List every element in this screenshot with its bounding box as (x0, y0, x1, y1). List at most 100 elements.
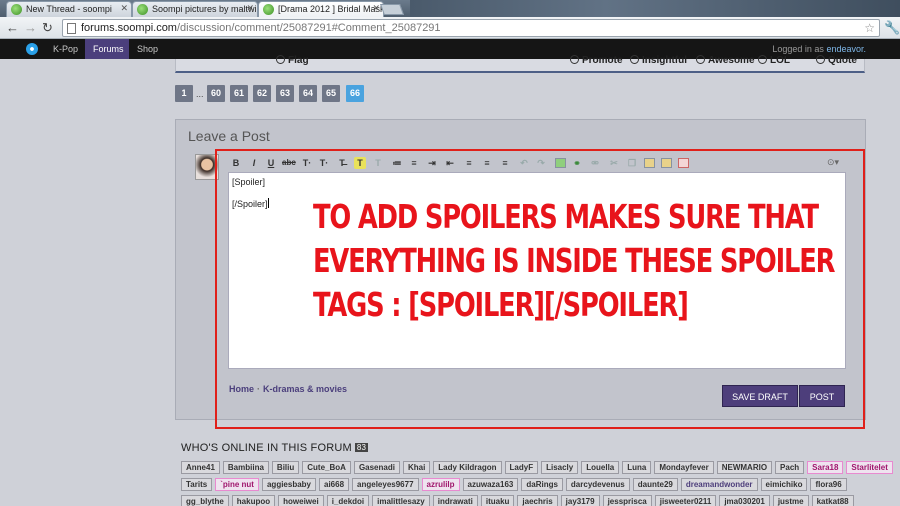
browser-tab-1[interactable]: New Thread - soompi ✕ (6, 1, 132, 17)
insightful-icon (630, 55, 639, 64)
address-bar[interactable]: forums.soompi.com/discussion/comment/250… (62, 19, 880, 37)
browser-tab-2[interactable]: Soompi pictures by maltwi ✕ (132, 1, 258, 17)
page-link[interactable]: 61 (230, 85, 249, 102)
tab-title: New Thread - soompi (26, 4, 112, 14)
soompi-favicon-icon (263, 4, 274, 15)
online-user-chip[interactable]: imalittlesazy (372, 495, 430, 506)
new-tab-button[interactable] (379, 4, 405, 15)
flag-label: Flag (288, 55, 309, 66)
online-user-chip[interactable]: azrulilp (421, 478, 460, 491)
online-user-chip[interactable]: Biliu (271, 461, 300, 474)
awesome-label: Awesome (708, 55, 755, 66)
online-user-chip[interactable]: Sara18 (807, 461, 844, 474)
online-user-chip[interactable]: Lady Kildragon (433, 461, 502, 474)
online-user-chip[interactable]: dreamandwonder (680, 478, 758, 491)
online-user-chip[interactable]: angeleyes9677 (352, 478, 419, 491)
online-user-chip[interactable]: jma030201 (719, 495, 770, 506)
page-link[interactable]: 65 (322, 85, 341, 102)
tab-title: [Drama 2012 ] Bridal Mask (278, 4, 384, 14)
online-user-chip[interactable]: azuwaza163 (462, 478, 519, 491)
online-user-chip[interactable]: Starlitelet (846, 461, 893, 474)
whos-online-title: WHO'S ONLINE IN THIS FORUM 83 (181, 442, 369, 454)
online-user-chip[interactable]: Gasenadi (353, 461, 400, 474)
online-user-chip[interactable]: Bambiina (222, 461, 269, 474)
page-link[interactable]: 62 (253, 85, 272, 102)
online-user-chip[interactable]: jaechris (517, 495, 558, 506)
nav-shop[interactable]: Shop (129, 39, 166, 59)
page-link[interactable]: 60 (207, 85, 226, 102)
insightful-link[interactable]: Insightful (630, 55, 687, 66)
previous-post-footer: Flag Promote Insightful Awesome LOL Quot… (175, 55, 865, 73)
logged-in-label: Logged in as (772, 44, 824, 54)
online-user-chip[interactable]: indrawati (432, 495, 478, 506)
lol-label: LOL (770, 55, 790, 66)
insightful-label: Insightful (642, 55, 687, 66)
soompi-favicon-icon (137, 4, 148, 15)
bookmark-star-icon[interactable]: ☆ (864, 20, 875, 36)
nav-forums[interactable]: Forums (85, 39, 129, 59)
page-link[interactable]: 1 (175, 85, 193, 102)
nav-kpop[interactable]: K-Pop (45, 39, 86, 59)
online-user-chip[interactable]: aggiesbaby (261, 478, 316, 491)
close-icon[interactable]: ✕ (246, 3, 254, 14)
forward-arrow-icon[interactable]: → (24, 20, 37, 36)
window-theme-background (410, 0, 900, 17)
online-user-chip[interactable]: jessprisca (602, 495, 652, 506)
online-user-chip[interactable]: daRings (521, 478, 563, 491)
flag-link[interactable]: Flag (276, 55, 309, 66)
online-user-chip[interactable]: Lisacly (541, 461, 579, 474)
browser-tabstrip: New Thread - soompi ✕ Soompi pictures by… (0, 0, 900, 17)
lol-icon (758, 55, 767, 64)
online-user-chip[interactable]: Khai (402, 461, 431, 474)
online-user-chip[interactable]: ai668 (319, 478, 350, 491)
page-link-current[interactable]: 66 (346, 85, 365, 102)
online-user-chip[interactable]: `pine nut (215, 478, 259, 491)
online-user-chip[interactable]: Louella (581, 461, 620, 474)
online-user-chip[interactable]: jay3179 (560, 495, 600, 506)
quote-icon (816, 55, 825, 64)
online-user-chip[interactable]: katkat88 (811, 495, 854, 506)
close-icon[interactable]: ✕ (372, 3, 380, 14)
browser-tab-3[interactable]: [Drama 2012 ] Bridal Mask ✕ (258, 1, 384, 17)
url-path: /discussion/comment/25087291#Comment_250… (176, 22, 441, 34)
promote-label: Promote (582, 55, 623, 66)
reload-icon[interactable]: ↻ (42, 20, 53, 36)
online-user-chip[interactable]: LadyF (504, 461, 539, 474)
online-user-chip[interactable]: gg_blythe (181, 495, 229, 506)
page-link[interactable]: 64 (299, 85, 318, 102)
online-user-chip[interactable]: flora96 (810, 478, 847, 491)
online-user-chip[interactable]: justme (772, 495, 809, 506)
online-user-chip[interactable]: howeiwei (278, 495, 324, 506)
online-user-chip[interactable]: eimichiko (760, 478, 808, 491)
online-user-chip[interactable]: ituaku (480, 495, 515, 506)
tab-title: Soompi pictures by maltwi (152, 4, 257, 14)
online-user-chip[interactable]: Luna (622, 461, 652, 474)
online-user-chip[interactable]: Tarits (181, 478, 213, 491)
online-user-chip[interactable]: Anne41 (181, 461, 220, 474)
pagination-ellipsis: ... (196, 89, 204, 99)
wrench-menu-icon[interactable]: 🔧 (884, 20, 900, 36)
username-link[interactable]: endeavor. (826, 44, 866, 54)
online-user-chip[interactable]: daunte29 (632, 478, 678, 491)
highlight-frame (215, 149, 865, 429)
online-user-chip[interactable]: Pach (775, 461, 805, 474)
online-user-chip[interactable]: hakupoo (231, 495, 276, 506)
page-link[interactable]: 63 (276, 85, 295, 102)
url-domain: forums.soompi.com (81, 22, 177, 34)
flag-icon (276, 55, 285, 64)
lol-link[interactable]: LOL (758, 55, 790, 66)
online-user-chip[interactable]: Cute_BoA (302, 461, 351, 474)
promote-link[interactable]: Promote (570, 55, 623, 66)
online-user-chip[interactable]: i_dekdoi (326, 495, 370, 506)
soompi-logo-icon[interactable] (26, 43, 38, 55)
quote-link[interactable]: Quote (816, 55, 857, 66)
online-user-chip[interactable]: Mondayfever (654, 461, 714, 474)
online-user-chip[interactable]: darcydevenus (565, 478, 630, 491)
quote-label: Quote (828, 55, 857, 66)
close-icon[interactable]: ✕ (120, 3, 128, 14)
promote-icon (570, 55, 579, 64)
awesome-link[interactable]: Awesome (696, 55, 755, 66)
online-user-chip[interactable]: NEWMARIO (716, 461, 773, 474)
online-user-chip[interactable]: jisweeter0211 (654, 495, 717, 506)
back-arrow-icon[interactable]: ← (6, 20, 19, 36)
